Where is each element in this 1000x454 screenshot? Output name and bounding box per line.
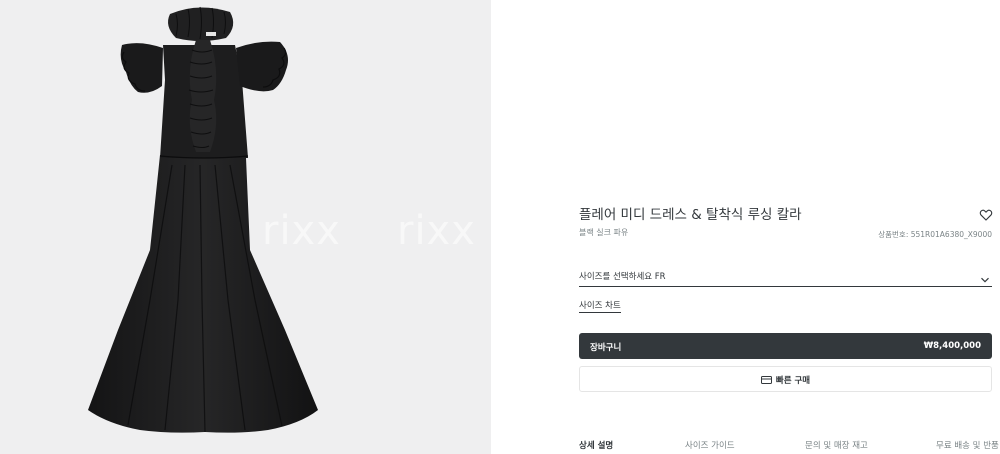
quick-buy-label: 빠른 구매	[775, 376, 811, 386]
product-price: ₩8,400,000	[923, 341, 981, 351]
size-select[interactable]: 사이즈를 선택하세요 FR	[579, 266, 992, 287]
product-info-panel: 플레어 미디 드레스 & 탈착식 루싱 칼라 블랙 실크 파유 상품번호: 55…	[491, 0, 1000, 454]
product-image	[88, 6, 318, 433]
product-gallery[interactable]	[0, 0, 491, 454]
size-chart-link[interactable]: 사이즈 차트	[579, 299, 621, 313]
quick-buy-button[interactable]: 빠른 구매	[579, 366, 992, 392]
size-select-label: 사이즈를 선택하세요 FR	[579, 272, 666, 282]
product-material: 블랙 실크 파유	[579, 228, 629, 237]
tab-inquiry-store-stock[interactable]: 문의 및 매장 재고	[805, 439, 868, 451]
product-title: 플레어 미디 드레스 & 탈착식 루싱 칼라	[579, 207, 802, 223]
add-to-cart-button[interactable]: 장바구니 ₩8,400,000	[579, 333, 992, 359]
add-to-cart-label: 장바구니	[590, 343, 622, 353]
tab-description[interactable]: 상세 설명	[579, 439, 613, 451]
product-detail-tabs: 상세 설명 사이즈 가이드 문의 및 매장 재고 무료 배송 및 반품	[579, 439, 999, 454]
credit-card-icon	[760, 376, 772, 384]
tab-free-shipping-returns[interactable]: 무료 배송 및 반품	[936, 439, 999, 451]
chevron-down-icon	[980, 270, 990, 283]
tab-size-guide[interactable]: 사이즈 가이드	[685, 439, 735, 451]
product-reference: 상품번호: 551R01A6380_X9000	[878, 230, 992, 239]
heart-outline-icon[interactable]	[979, 207, 993, 221]
